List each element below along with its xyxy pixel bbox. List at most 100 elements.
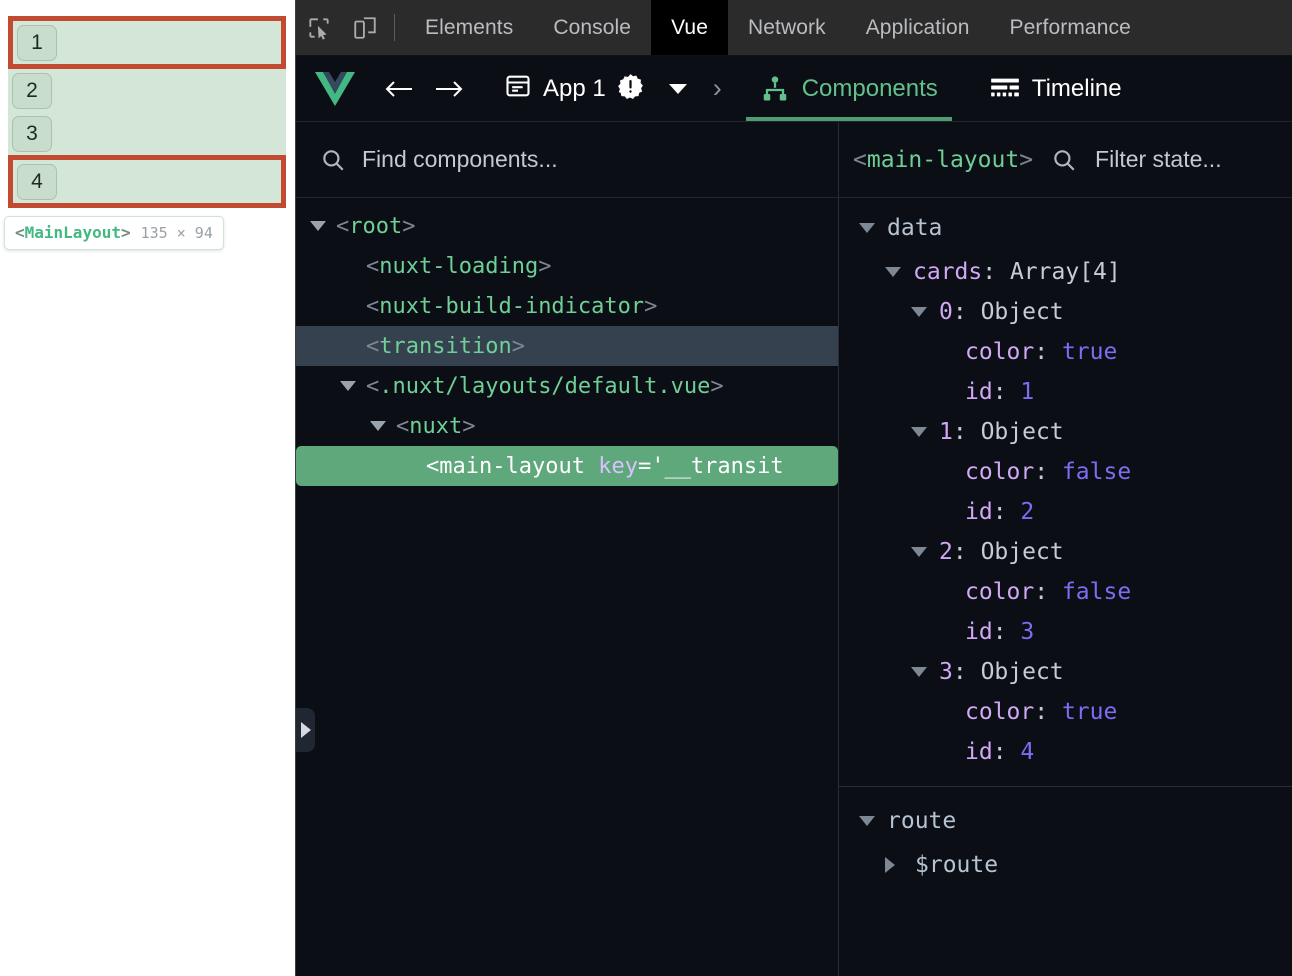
tree-node[interactable]: <nuxt-loading>	[296, 246, 838, 286]
tab-performance[interactable]: Performance	[990, 0, 1151, 55]
state-row-key: cards	[913, 259, 983, 285]
state-row[interactable]: color: true	[839, 692, 1292, 732]
state-row[interactable]: color: false	[839, 452, 1292, 492]
expand-panel-icon[interactable]	[296, 708, 315, 752]
chevron-down-icon[interactable]	[859, 223, 875, 233]
state-row[interactable]: 1: Object	[839, 412, 1292, 452]
tab-network[interactable]: Network	[728, 0, 846, 55]
state-row[interactable]: id: 2	[839, 492, 1292, 532]
state-row-value: false	[1061, 459, 1132, 485]
cards-stack: 1 2 3 4	[8, 16, 286, 208]
toolbar-overflow-chevron[interactable]: ›	[713, 75, 722, 102]
state-row[interactable]: id: 3	[839, 612, 1292, 652]
chevron-down-icon[interactable]	[885, 267, 901, 277]
state-header: <main-layout>	[839, 122, 1292, 198]
state-row-value: false	[1061, 579, 1132, 605]
search-input[interactable]	[362, 146, 762, 173]
tree-node-label: <main-layout key='__transit	[426, 453, 784, 479]
chevron-down-icon[interactable]	[859, 816, 875, 826]
highlight-component-tag: <MainLayout>	[15, 223, 131, 242]
tree-node-spacer	[340, 261, 356, 271]
state-row[interactable]: id: 1	[839, 372, 1292, 412]
state-row-colon: :	[952, 419, 981, 445]
tab-elements[interactable]: Elements	[405, 0, 533, 55]
inspect-element-icon[interactable]	[296, 0, 342, 55]
state-row-value: 1	[1020, 379, 1035, 405]
tab-application[interactable]: Application	[846, 0, 990, 55]
filter-state-input[interactable]	[1095, 146, 1292, 173]
state-row[interactable]: 2: Object	[839, 532, 1292, 572]
state-row-key: 2	[939, 539, 953, 565]
state-row-key: id	[965, 499, 993, 525]
state-section-header[interactable]: data	[839, 208, 1292, 248]
tree-node-attr-value: ='__transit	[637, 453, 784, 479]
state-row[interactable]: 3: Object	[839, 652, 1292, 692]
state-row[interactable]: id: 4	[839, 732, 1292, 772]
state-row-colon: :	[992, 619, 1021, 645]
component-search-bar	[296, 122, 838, 198]
state-row[interactable]: $route	[839, 845, 1292, 885]
tree-node-label: <nuxt-loading>	[366, 253, 552, 279]
forward-arrow-icon[interactable]	[424, 77, 474, 101]
chevron-down-icon[interactable]	[668, 83, 687, 94]
chevron-down-icon[interactable]	[370, 421, 386, 431]
chevron-down-icon[interactable]	[310, 221, 326, 231]
state-row-value: Array[4]	[1009, 259, 1121, 285]
tree-node[interactable]: <main-layout key='__transit	[296, 446, 838, 486]
vue-devtools-toolbar: App 1 › Components Timeline	[296, 56, 1292, 122]
card-body	[52, 112, 286, 155]
tag-open-bracket: <	[15, 223, 25, 242]
chevron-down-icon[interactable]	[911, 667, 927, 677]
tree-node-spacer	[340, 341, 356, 351]
tree-node-tag: nuxt	[409, 413, 463, 439]
state-row[interactable]: 0: Object	[839, 292, 1292, 332]
tree-node-label: <nuxt-build-indicator>	[366, 293, 658, 319]
pane-tab-components[interactable]: Components	[745, 56, 952, 121]
component-tree-panel: <root> <nuxt-loading> <nuxt-build-indicato…	[296, 122, 839, 976]
state-row-key: color	[965, 579, 1035, 605]
chevron-right-icon[interactable]	[885, 857, 901, 873]
card-number-badge: 1	[17, 24, 57, 61]
state-row[interactable]: cards: Array[4]	[839, 252, 1292, 292]
tree-node[interactable]: <nuxt-build-indicator>	[296, 286, 838, 326]
chevron-down-icon[interactable]	[911, 427, 927, 437]
state-row-colon: :	[1034, 459, 1062, 485]
state-row[interactable]: color: false	[839, 572, 1292, 612]
tag-close-bracket: >	[120, 223, 131, 242]
preview-card: 4	[8, 155, 286, 208]
app-panel-icon	[504, 72, 532, 105]
vue-logo-icon	[296, 71, 374, 106]
highlight-dimensions: 135 × 94	[140, 224, 213, 242]
tag-component-name: MainLayout	[24, 223, 121, 242]
tree-node[interactable]: <root>	[296, 206, 838, 246]
chevron-down-icon[interactable]	[911, 547, 927, 557]
chevron-down-icon[interactable]	[911, 307, 927, 317]
state-row-key: id	[965, 739, 993, 765]
card-number-badge: 4	[17, 163, 57, 200]
tab-vue[interactable]: Vue	[651, 0, 728, 55]
tree-node[interactable]: <.nuxt/layouts/default.vue>	[296, 366, 838, 406]
pane-tab-label: Components	[801, 74, 938, 102]
state-row-value: Object	[980, 419, 1064, 445]
tab-console[interactable]: Console	[533, 0, 651, 55]
page-preview-pane: 1 2 3 4 <MainLayout> 135 × 94	[0, 0, 295, 976]
preview-card: 1	[8, 16, 286, 69]
app-selector[interactable]: App 1	[504, 72, 687, 105]
tree-node[interactable]: <transition>	[296, 326, 838, 366]
chevron-down-icon[interactable]	[340, 381, 356, 391]
filter-search-icon	[1051, 147, 1077, 173]
tree-node-label: <nuxt>	[396, 413, 476, 439]
state-row-value: Object	[980, 659, 1064, 685]
tree-node-attr-name: key	[598, 453, 638, 479]
screen-root: 1234 <MainLayout> 135 × 94 Elements Cons…	[0, 0, 1292, 976]
state-row-colon: :	[992, 499, 1021, 525]
back-arrow-icon[interactable]	[374, 77, 424, 101]
device-toolbar-icon[interactable]	[342, 0, 388, 55]
state-row[interactable]: color: true	[839, 332, 1292, 372]
search-icon	[320, 147, 346, 173]
tree-node-tag: main-layout	[439, 453, 585, 479]
state-tag-close-bracket: >	[1019, 146, 1034, 173]
state-section-header[interactable]: route	[839, 801, 1292, 841]
tree-node[interactable]: <nuxt>	[296, 406, 838, 446]
pane-tab-timeline[interactable]: Timeline	[976, 56, 1136, 121]
